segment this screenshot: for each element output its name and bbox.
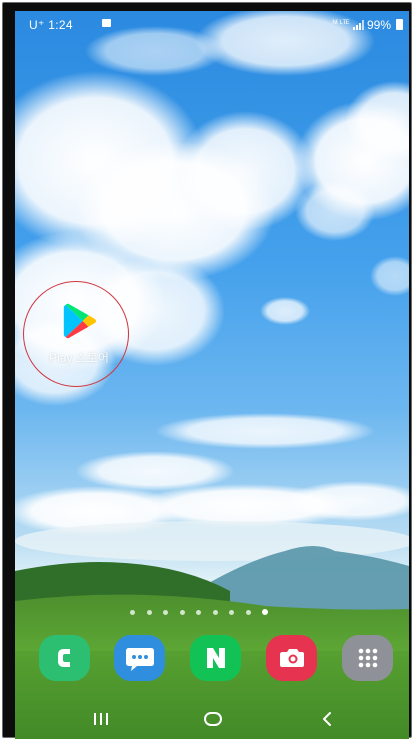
naver-app[interactable] bbox=[190, 635, 241, 681]
grid-icon bbox=[358, 648, 377, 668]
home-screen: U⁺ 1:24 ᴺ⁽ ᴸᵀᴱ 99% Play 스토어 bbox=[15, 11, 409, 739]
page-dot-active[interactable] bbox=[262, 609, 268, 615]
app-dock bbox=[37, 635, 397, 685]
phone-frame: U⁺ 1:24 ᴺ⁽ ᴸᵀᴱ 99% Play 스토어 bbox=[2, 2, 412, 739]
page-dot[interactable] bbox=[179, 609, 185, 615]
camera-app[interactable] bbox=[266, 635, 317, 681]
home-button[interactable] bbox=[193, 705, 233, 733]
recents-button[interactable] bbox=[81, 705, 121, 733]
camera-icon bbox=[279, 649, 304, 667]
network-indicator: ᴺ⁽ ᴸᵀᴱ bbox=[332, 18, 350, 28]
play-store-app[interactable]: Play 스토어 bbox=[15, 271, 145, 387]
battery-percent: 99% bbox=[366, 18, 391, 32]
notification-icon bbox=[102, 19, 111, 27]
page-dot[interactable] bbox=[212, 609, 218, 615]
signal-icon bbox=[353, 20, 364, 30]
page-dot[interactable] bbox=[146, 609, 152, 615]
phone-app[interactable] bbox=[39, 635, 90, 681]
back-button[interactable] bbox=[307, 705, 347, 733]
app-drawer[interactable] bbox=[342, 635, 393, 681]
naver-n-icon bbox=[206, 648, 225, 668]
page-dot[interactable] bbox=[130, 609, 135, 615]
phone-icon bbox=[57, 649, 70, 667]
page-dot[interactable] bbox=[229, 609, 234, 615]
home-icon bbox=[204, 712, 222, 726]
app-label: Play 스토어 bbox=[49, 351, 109, 365]
recents-icon bbox=[94, 713, 108, 725]
page-dot[interactable] bbox=[245, 609, 251, 615]
page-indicator bbox=[130, 607, 310, 617]
page-dot[interactable] bbox=[196, 609, 201, 615]
status-bar: U⁺ 1:24 ᴺ⁽ ᴸᵀᴱ 99% bbox=[15, 11, 409, 37]
back-icon bbox=[323, 712, 331, 726]
play-store-icon[interactable] bbox=[60, 302, 98, 340]
battery-icon bbox=[396, 19, 403, 30]
chat-bubble-icon bbox=[125, 648, 154, 671]
navigation-bar bbox=[15, 697, 409, 739]
messages-app[interactable] bbox=[114, 635, 165, 681]
page-dot[interactable] bbox=[163, 609, 168, 615]
carrier-time: U⁺ 1:24 bbox=[29, 18, 73, 32]
